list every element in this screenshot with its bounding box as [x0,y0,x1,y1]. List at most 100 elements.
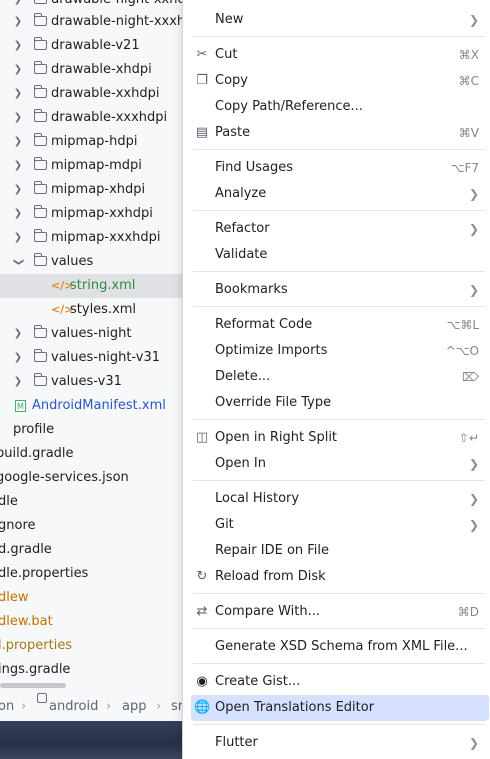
tree-row-values-v31[interactable]: ❯ values-v31 [0,370,200,394]
menu-item-create-gist[interactable]: ◉ Create Gist... [191,669,489,695]
chevron-down-icon[interactable]: ❯ [6,256,30,268]
chevron-right-icon[interactable]: ❯ [12,10,24,34]
chevron-right-icon[interactable]: ❯ [12,82,24,106]
tree-item-label: ings.gradle [0,662,71,677]
menu-item-copy-path[interactable]: Copy Path/Reference... [191,94,489,120]
menu-separator [193,663,485,664]
menu-item-label: Refactor [215,221,270,236]
tree-row-mipmap-mdpi[interactable]: ❯ mipmap-mdpi [0,154,200,178]
menu-separator [193,480,485,481]
chevron-right-icon[interactable]: ❯ [12,58,24,82]
chevron-right-icon[interactable]: ❯ [12,154,24,178]
tree-row-values[interactable]: ❯ values [0,250,200,274]
chevron-right-icon[interactable]: ❯ [12,322,24,346]
menu-item-copy[interactable]: ❐ Copy ⌘C [191,68,489,94]
breadcrumb-item[interactable]: app [122,693,146,721]
tree-row-google-services[interactable]: google-services.json [0,466,200,490]
tree-row-ings-gradle[interactable]: ings.gradle [0,658,200,682]
chevron-right-icon: › [156,699,162,714]
menu-item-reformat-code[interactable]: Reformat Code ⌥⌘L [191,312,489,338]
tree-item-label: google-services.json [0,470,129,485]
menu-item-label: Compare With... [215,604,321,619]
folder-icon [34,0,47,4]
folder-icon [33,325,47,338]
submenu-arrow-icon: ❯ [468,187,479,201]
menu-item-compare-with[interactable]: ⇄ Compare With... ⌘D [191,599,489,625]
menu-item-new[interactable]: New ❯ [191,7,489,33]
menu-item-validate[interactable]: Validate [191,242,489,268]
tree-row-build-gradle[interactable]: build.gradle [0,442,200,466]
menu-item-optimize-imports[interactable]: Optimize Imports ^⌥O [191,338,489,364]
folder-icon [33,85,47,98]
tree-row-mipmap-hdpi[interactable]: ❯ mipmap-hdpi [0,130,200,154]
chevron-right-icon[interactable]: ❯ [12,202,24,226]
tree-row-drawable-xxxhdpi[interactable]: ❯ drawable-xxxhdpi [0,106,200,130]
menu-item-label: Copy Path/Reference... [215,99,363,114]
folder-icon [33,349,47,362]
tree-row-drawable-v21[interactable]: ❯ drawable-v21 [0,34,200,58]
breadcrumb-item[interactable]: on [0,693,14,721]
tree-row-mipmap-xxhdpi[interactable]: ❯ mipmap-xxhdpi [0,202,200,226]
tree-item-label: drawable-v21 [51,38,140,53]
menu-item-delete[interactable]: Delete... ⌦ [191,364,489,390]
menu-item-open-in[interactable]: Open In ❯ [191,451,489,477]
menu-item-repair-ide[interactable]: Repair IDE on File [191,538,489,564]
tree-row-android-manifest[interactable]: M AndroidManifest.xml [0,394,200,418]
project-tree: ❯ drawable-night-xxhdpi ❯ drawable-night… [0,0,200,690]
desktop-background [0,721,200,759]
menu-separator [193,419,485,420]
menu-item-open-translations-editor[interactable]: 🌐 Open Translations Editor [191,695,489,721]
tree-row-styles-xml[interactable]: </> styles.xml [0,298,200,322]
chevron-right-icon[interactable]: ❯ [12,34,24,58]
tree-item-label: drawable-night-xxxhdpi [51,14,200,29]
menu-item-generate-xsd[interactable]: Generate XSD Schema from XML File... [191,634,489,660]
menu-item-local-history[interactable]: Local History ❯ [191,486,489,512]
tree-row-drawable-night-xxxhdpi[interactable]: ❯ drawable-night-xxxhdpi [0,10,200,34]
tree-row-values-night-v31[interactable]: ❯ values-night-v31 [0,346,200,370]
tree-row-profile[interactable]: profile [0,418,200,442]
tree-row-dle[interactable]: dle [0,490,200,514]
tree-row-dlew-bat[interactable]: dlew.bat [0,610,200,634]
tree-row-gnore[interactable]: gnore [0,514,200,538]
folder-icon [33,229,47,242]
tree-item-label: mipmap-xhdpi [51,182,146,197]
chevron-right-icon[interactable]: ❯ [12,226,24,250]
menu-item-cut[interactable]: ✂ Cut ⌘X [191,42,489,68]
chevron-right-icon[interactable]: ❯ [12,370,24,394]
submenu-arrow-icon: ❯ [468,13,479,27]
folder-open-icon [33,253,47,266]
tree-row-mipmap-xhdpi[interactable]: ❯ mipmap-xhdpi [0,178,200,202]
breadcrumb-item[interactable]: android [49,693,98,721]
module-icon [37,693,47,703]
shortcut: ⌘C [458,74,479,88]
chevron-right-icon: › [21,699,27,714]
chevron-right-icon[interactable]: ❯ [12,130,24,154]
tree-row-string-xml[interactable]: </> string.xml [0,274,200,298]
tree-row-dle-properties[interactable]: dle.properties [0,562,200,586]
tree-row-drawable-xxhdpi[interactable]: ❯ drawable-xxhdpi [0,82,200,106]
menu-item-analyze[interactable]: Analyze ❯ [191,181,489,207]
menu-separator [193,149,485,150]
chevron-right-icon[interactable]: ❯ [12,178,24,202]
menu-item-find-usages[interactable]: Find Usages ⌥F7 [191,155,489,181]
tree-row-d-gradle[interactable]: d.gradle [0,538,200,562]
menu-separator [193,271,485,272]
menu-item-refactor[interactable]: Refactor ❯ [191,216,489,242]
tree-row-l-properties[interactable]: l.properties [0,634,200,658]
menu-item-reload-from-disk[interactable]: ↻ Reload from Disk [191,564,489,590]
menu-item-flutter[interactable]: Flutter ❯ [191,730,489,756]
shortcut: ⌘X [458,48,479,62]
chevron-right-icon[interactable]: ❯ [12,346,24,370]
tree-item-label: mipmap-mdpi [51,158,142,173]
tree-row-mipmap-xxxhdpi[interactable]: ❯ mipmap-xxxhdpi [0,226,200,250]
horizontal-scrollbar[interactable] [0,683,66,688]
menu-item-git[interactable]: Git ❯ [191,512,489,538]
menu-item-bookmarks[interactable]: Bookmarks ❯ [191,277,489,303]
tree-row-drawable-xhdpi[interactable]: ❯ drawable-xhdpi [0,58,200,82]
menu-item-paste[interactable]: ▤ Paste ⌘V [191,120,489,146]
tree-row-values-night[interactable]: ❯ values-night [0,322,200,346]
tree-row-dlew[interactable]: dlew [0,586,200,610]
chevron-right-icon[interactable]: ❯ [12,106,24,130]
menu-item-open-in-right-split[interactable]: ◫ Open in Right Split ⇧↵ [191,425,489,451]
menu-item-override-file-type[interactable]: Override File Type [191,390,489,416]
